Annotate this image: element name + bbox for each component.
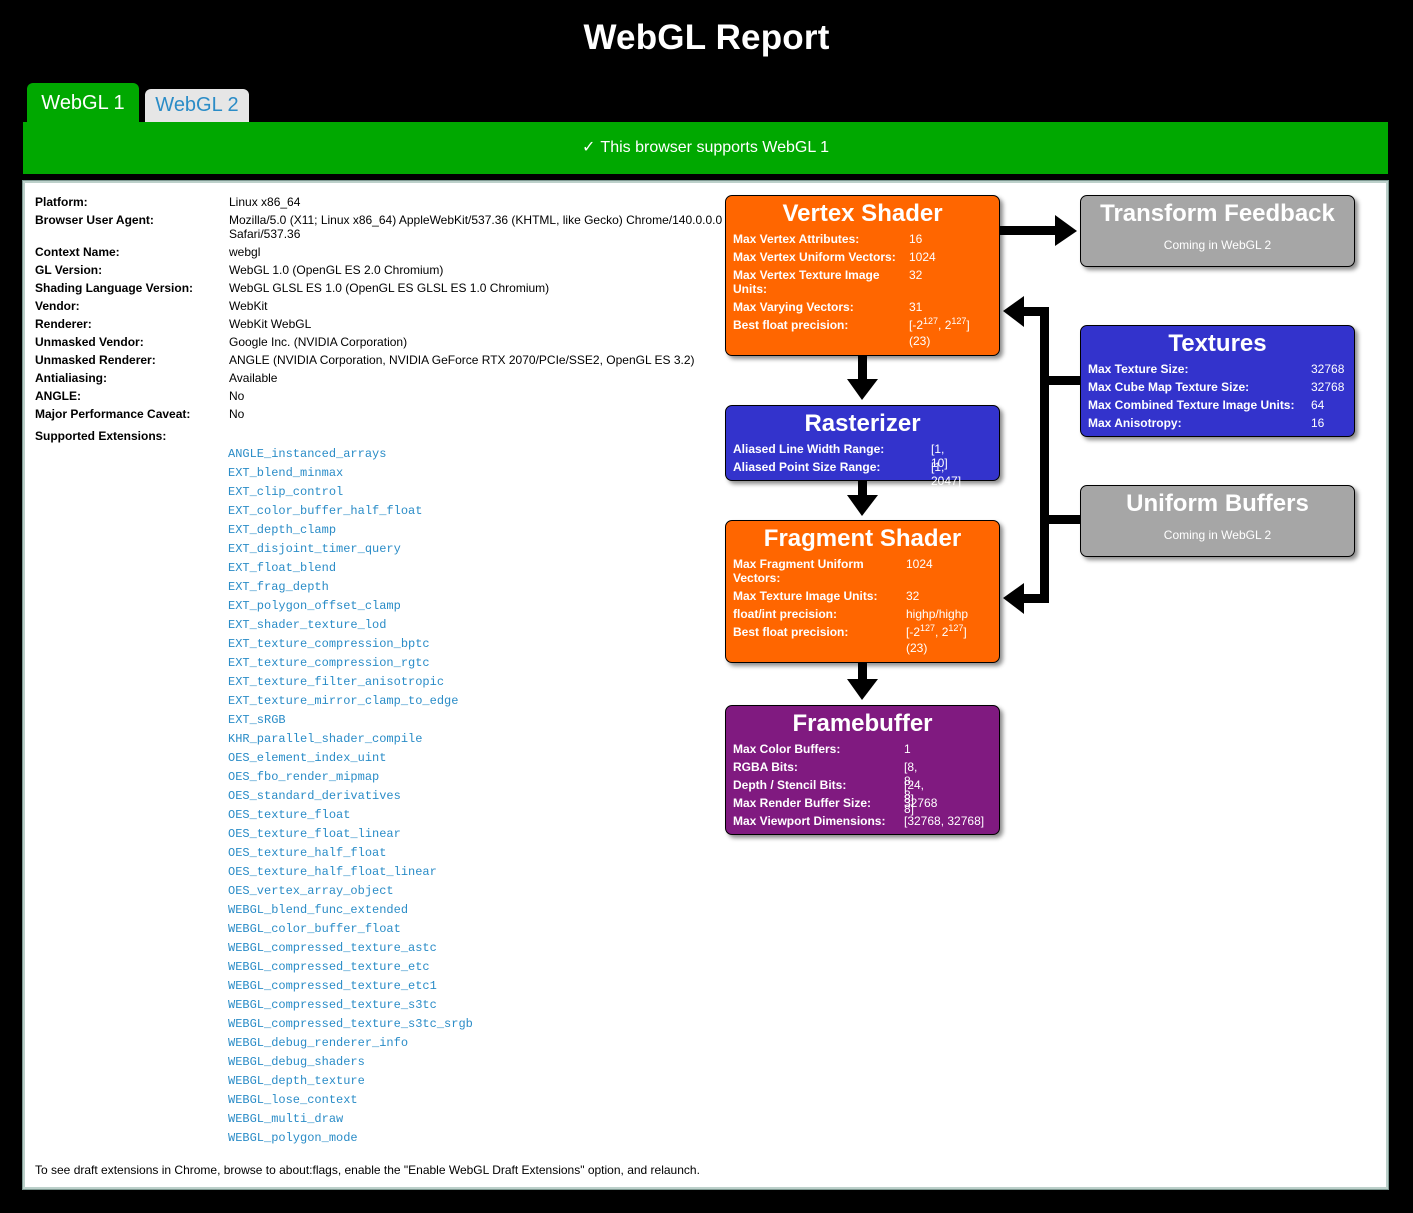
arrow-vertex-to-transform-feedback-head xyxy=(1055,215,1077,246)
row-key: Aliased Point Size Range: xyxy=(733,460,881,474)
vertex-shader-box: Vertex Shader Max Vertex Attributes: 16 … xyxy=(725,195,1000,356)
fragment-shader-title: Fragment Shader xyxy=(763,525,962,552)
fragment-shader-box: Fragment Shader Max Fragment Uniform Vec… xyxy=(725,520,1000,663)
row-value: 1 xyxy=(904,742,911,756)
pipeline-arrows xyxy=(847,215,1081,700)
row-key: Max Viewport Dimensions: xyxy=(733,814,886,828)
row-key: Max Texture Size: xyxy=(1088,362,1189,376)
row-value: 64 xyxy=(1311,398,1325,412)
row-key: Max Vertex Attributes: xyxy=(733,232,860,246)
row-key: Depth / Stencil Bits: xyxy=(733,778,847,792)
arrow-textures-to-bus xyxy=(1040,376,1081,385)
row-key: Max Fragment Uniform xyxy=(733,557,864,571)
row-value: 32 xyxy=(906,589,920,603)
transform-feedback-title: Transform Feedback xyxy=(1100,200,1335,227)
arrow-vertex-to-rasterizer-shaft xyxy=(858,355,867,381)
arrow-uniform-buffers-to-bus xyxy=(1040,515,1081,524)
transform-feedback-subtitle: Coming in WebGL 2 xyxy=(1163,238,1272,252)
arrow-bus-to-vertex-head xyxy=(1003,296,1024,327)
row-key: Best float precision: xyxy=(733,318,849,332)
row-value: 16 xyxy=(1311,416,1325,430)
arrow-vertex-to-transform-feedback-shaft xyxy=(1000,226,1057,235)
row-key: Max Texture Image Units: xyxy=(733,589,878,603)
framebuffer-title: Framebuffer xyxy=(792,710,933,737)
row-key-continued: Vectors: xyxy=(733,571,781,585)
row-key: Max Combined Texture Image Units: xyxy=(1088,398,1295,412)
row-key: RGBA Bits: xyxy=(733,760,798,774)
arrow-bus-to-fragment-shaft xyxy=(1020,594,1049,603)
arrow-rasterizer-to-fragment-shaft xyxy=(858,481,867,497)
row-value: 32768 xyxy=(1311,380,1345,394)
row-value-continued: (23) xyxy=(909,334,931,348)
arrow-fragment-to-framebuffer-head xyxy=(847,679,878,700)
row-value: [1, 2047] xyxy=(931,460,962,488)
uniform-buffers-box: Uniform Buffers Coming in WebGL 2 xyxy=(1080,485,1355,557)
row-value: [-2127, 2127] xyxy=(906,623,967,640)
row-value: 32 xyxy=(909,268,923,282)
rasterizer-title: Rasterizer xyxy=(804,410,921,437)
rasterizer-box: Rasterizer Aliased Line Width Range: [1,… xyxy=(725,405,1000,488)
row-key: Max Vertex Uniform Vectors: xyxy=(733,250,896,264)
row-key: Max Color Buffers: xyxy=(733,742,841,756)
row-value-continued: (23) xyxy=(906,641,928,655)
uniform-buffers-subtitle: Coming in WebGL 2 xyxy=(1163,528,1272,542)
row-value: 16 xyxy=(909,232,923,246)
textures-title: Textures xyxy=(1168,330,1267,357)
arrow-rasterizer-to-fragment-head xyxy=(847,495,878,516)
row-key: Max Render Buffer Size: xyxy=(733,796,872,810)
row-value: 32768 xyxy=(1311,362,1345,376)
uniform-buffers-title: Uniform Buffers xyxy=(1126,490,1309,517)
row-key: Max Anisotropy: xyxy=(1088,416,1182,430)
row-key: float/int precision: xyxy=(733,607,838,621)
framebuffer-box: Framebuffer Max Color Buffers: 1 RGBA Bi… xyxy=(725,705,1000,835)
row-key-continued: Units: xyxy=(733,282,767,296)
row-key: Aliased Line Width Range: xyxy=(733,442,885,456)
arrow-vertex-to-rasterizer-head xyxy=(847,379,878,400)
arrow-bus-vertical xyxy=(1040,307,1049,603)
row-value: [-2127, 2127] xyxy=(909,316,970,333)
transform-feedback-box: Transform Feedback Coming in WebGL 2 xyxy=(1080,195,1355,267)
row-key: Max Cube Map Texture Size: xyxy=(1088,380,1250,394)
arrow-bus-to-fragment-head xyxy=(1003,583,1024,614)
row-key: Max Vertex Texture Image xyxy=(733,268,880,282)
row-key: Best float precision: xyxy=(733,625,849,639)
textures-box: Textures Max Texture Size: 32768 Max Cub… xyxy=(1080,325,1355,437)
arrow-bus-to-vertex-shaft xyxy=(1020,307,1049,316)
row-value: highp/highp xyxy=(906,607,969,621)
row-value: 31 xyxy=(909,300,923,314)
row-value: [32768, 32768] xyxy=(904,814,985,828)
row-key: Max Varying Vectors: xyxy=(733,300,854,314)
row-value: 1024 xyxy=(906,557,933,571)
vertex-shader-title: Vertex Shader xyxy=(782,200,943,227)
row-value: 32768 xyxy=(904,796,938,810)
arrow-fragment-to-framebuffer-shaft xyxy=(858,663,867,681)
row-value: 1024 xyxy=(909,250,936,264)
